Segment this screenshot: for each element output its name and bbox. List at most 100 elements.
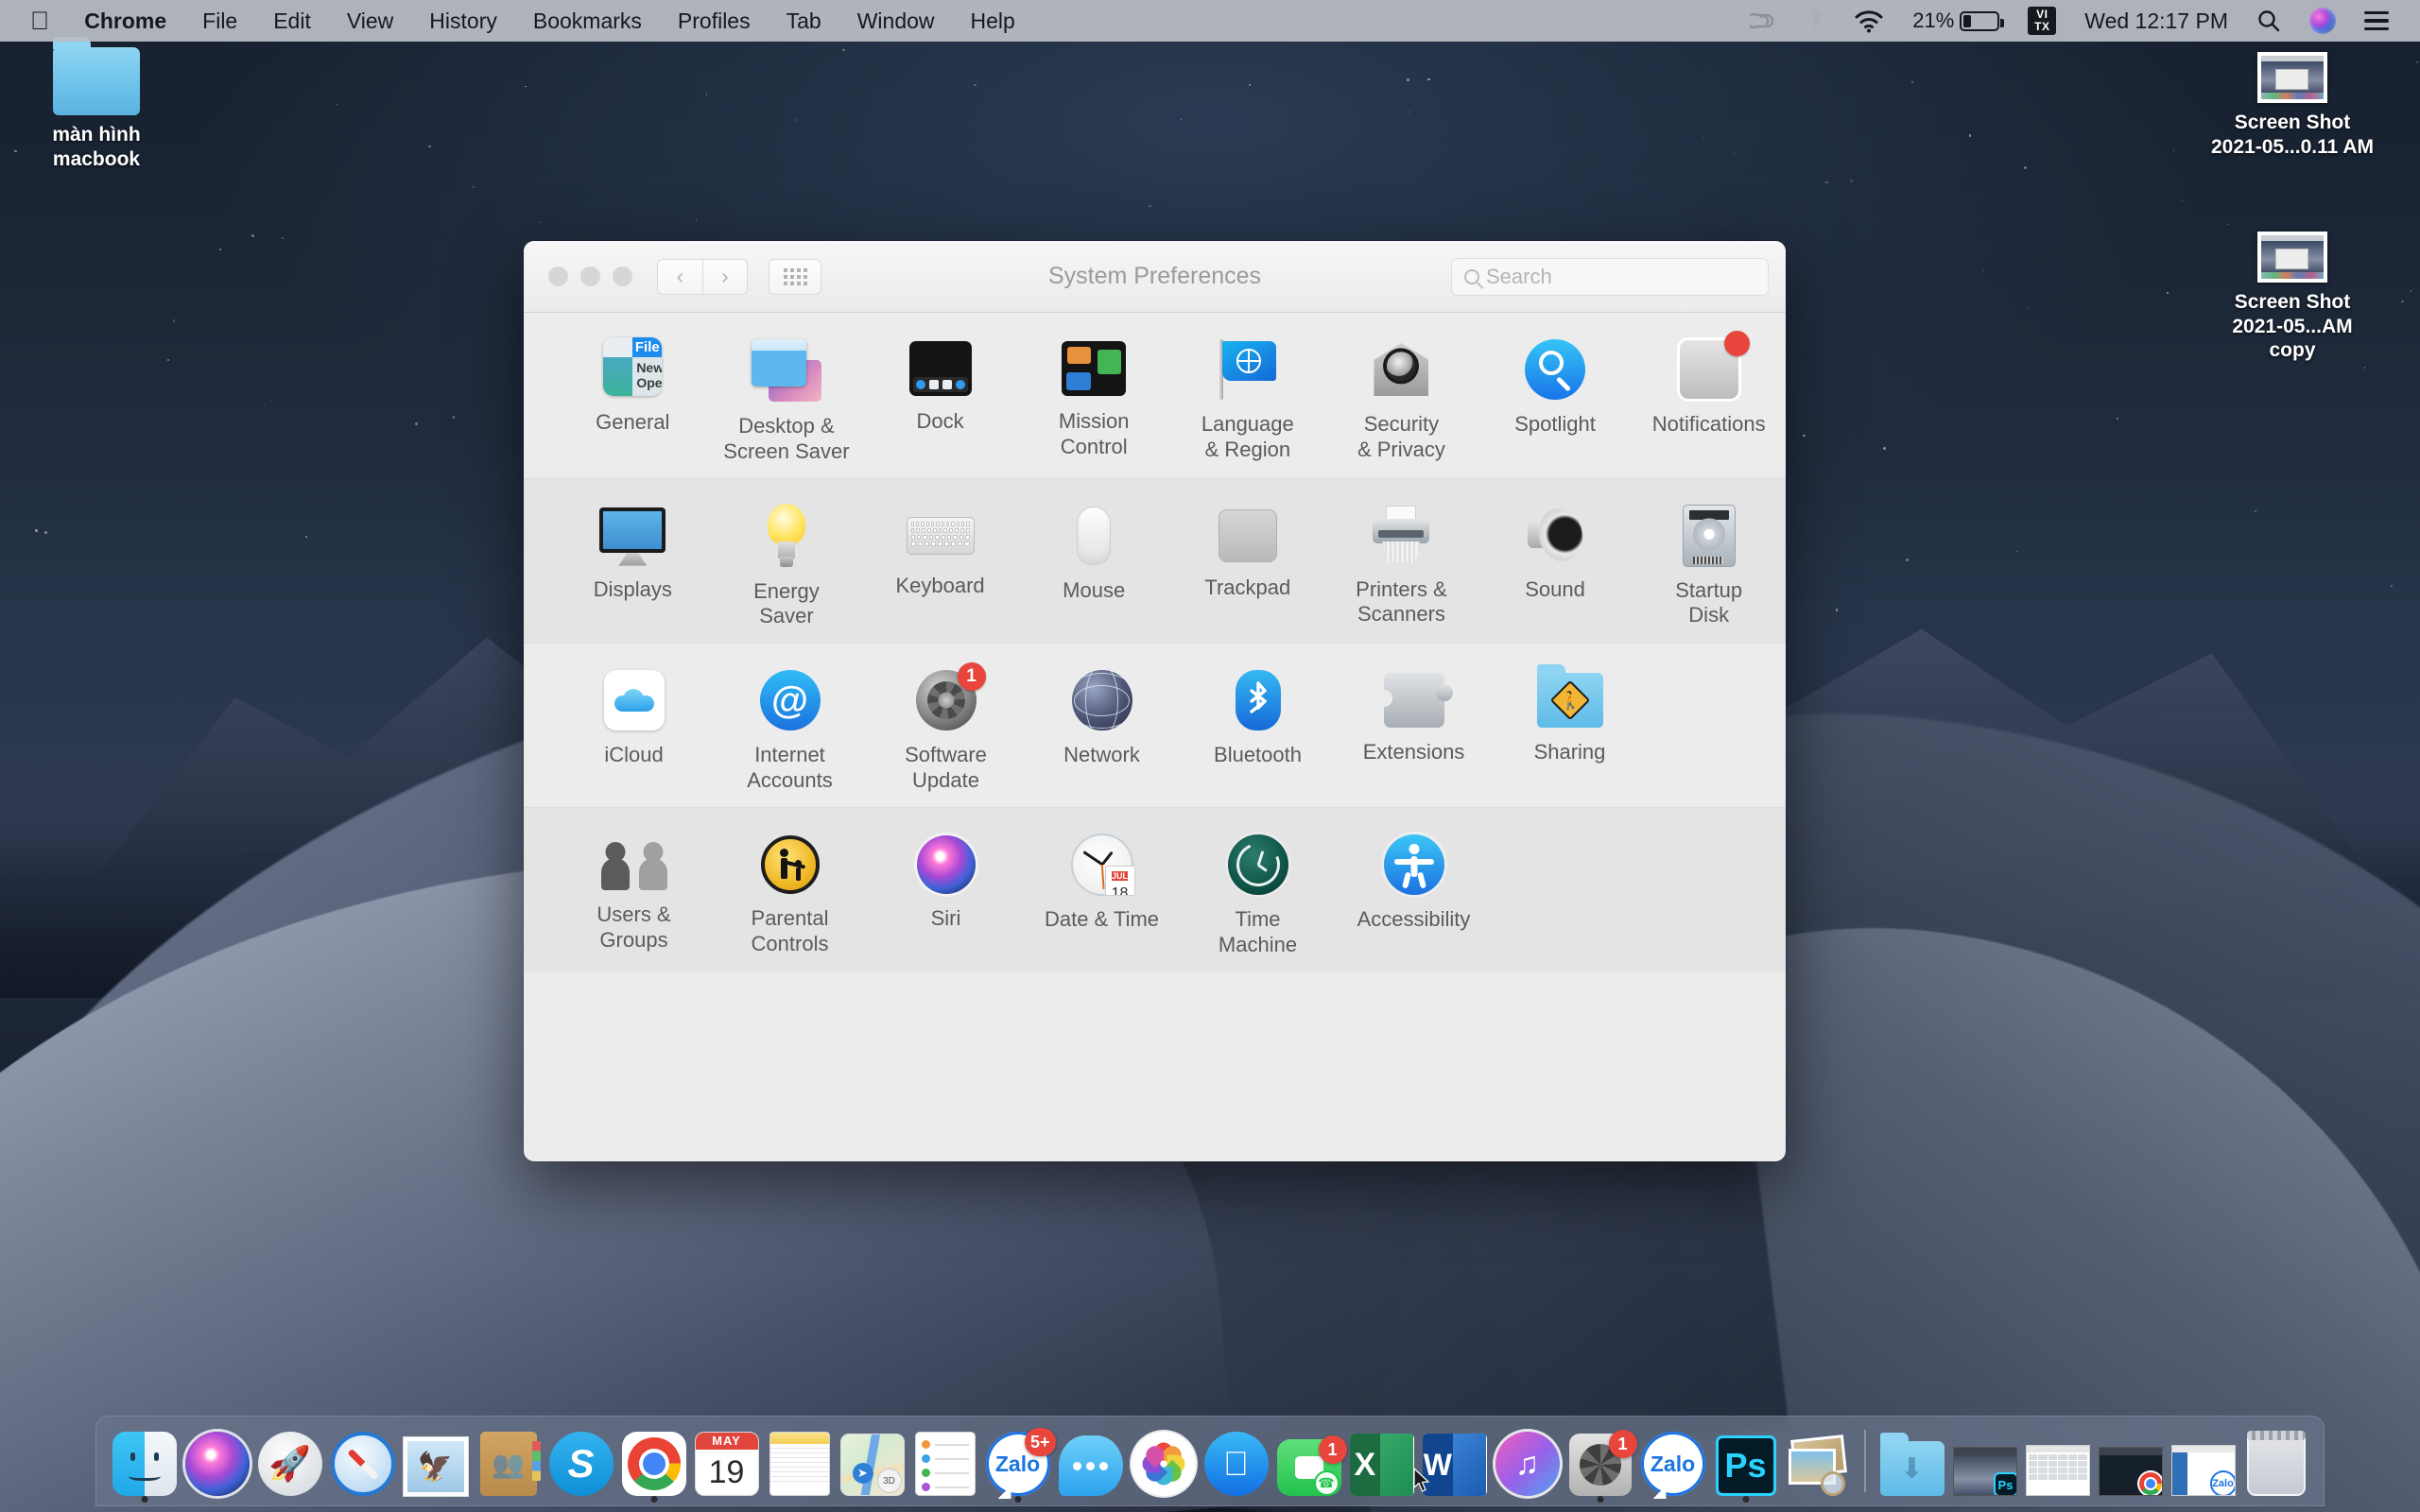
dock-item-notes[interactable]: [763, 1415, 836, 1505]
dock-item-chrome[interactable]: [617, 1415, 690, 1505]
pref-pane-network[interactable]: Network: [1024, 659, 1180, 794]
dock-item-minimized-finder[interactable]: [2021, 1415, 2094, 1505]
minimize-button[interactable]: [580, 266, 600, 286]
siri-menu-icon[interactable]: [2295, 0, 2350, 42]
menu-item-file[interactable]: File: [184, 0, 255, 42]
pref-pane-spotlight[interactable]: Spotlight: [1478, 328, 1633, 465]
window-titlebar[interactable]: ‹ › System Preferences Search: [524, 241, 1786, 313]
dock-item-launchpad[interactable]: 🚀: [253, 1415, 326, 1505]
dock-item-maps[interactable]: ➤ 3D: [836, 1415, 908, 1505]
pref-pane-dock[interactable]: Dock: [863, 328, 1017, 465]
navigation-buttons[interactable]: ‹ ›: [657, 259, 748, 295]
dock-item-facetime[interactable]: ☎ 1: [1272, 1415, 1345, 1505]
bluetooth-icon: [1236, 670, 1281, 730]
dock-item-downloads[interactable]: ⬇: [1876, 1415, 1948, 1505]
dock-item-mail[interactable]: 🦅: [399, 1415, 472, 1505]
dock-item-calendar[interactable]: MAY 19: [690, 1415, 763, 1505]
dock-item-minimized-photoshop[interactable]: Ps: [1948, 1415, 2021, 1505]
apple-menu-icon[interactable]: : [21, 0, 66, 42]
dock-item-zalo[interactable]: Zalo 5+: [981, 1415, 1054, 1505]
pref-pane-displays[interactable]: Displays: [556, 494, 710, 630]
pref-pane-bluetooth[interactable]: Bluetooth: [1180, 659, 1336, 794]
menu-item-view[interactable]: View: [329, 0, 411, 42]
dock[interactable]: 🚀 🦅 👥 S MAY 19 ➤ 3D: [95, 1416, 2325, 1506]
pref-pane-sharing[interactable]: 🚶 Sharing: [1492, 659, 1648, 794]
pref-pane-label: Printers &Scanners: [1324, 577, 1478, 628]
input-method-line1: VI: [2036, 8, 2048, 21]
window-controls[interactable]: [541, 266, 632, 286]
menu-item-edit[interactable]: Edit: [255, 0, 329, 42]
spotlight-search-icon[interactable]: [2242, 0, 2295, 42]
creative-cloud-icon[interactable]: [1736, 0, 1792, 42]
system-preferences-window[interactable]: ‹ › System Preferences Search File NewOp…: [524, 241, 1786, 1161]
pref-pane-printers-scanners[interactable]: Printers &Scanners: [1324, 494, 1478, 630]
pref-pane-sound[interactable]: Sound: [1478, 494, 1633, 630]
software-update-icon: 1: [916, 670, 977, 730]
pref-pane-desktop-screensaver[interactable]: Desktop &Screen Saver: [710, 328, 864, 465]
input-method-indicator[interactable]: VI TX: [2014, 0, 2070, 42]
dock-item-finder[interactable]: [108, 1415, 181, 1505]
pref-pane-general[interactable]: File NewOpen General: [556, 328, 710, 465]
menu-item-help[interactable]: Help: [953, 0, 1033, 42]
menu-item-app[interactable]: Chrome: [66, 0, 184, 42]
dock-item-photos[interactable]: [1127, 1415, 1200, 1505]
dock-item-app-store[interactable]: : [1200, 1415, 1272, 1505]
dock-item-minimized-chrome[interactable]: [2094, 1415, 2167, 1505]
pref-pane-siri[interactable]: Siri: [868, 823, 1024, 958]
pref-pane-time-machine[interactable]: TimeMachine: [1180, 823, 1336, 958]
pref-pane-label: Security& Privacy: [1324, 412, 1478, 463]
pref-pane-date-time[interactable]: JUL 18 Date & Time: [1024, 823, 1180, 958]
photoshop-letters: Ps: [1724, 1446, 1766, 1486]
dock-item-messages[interactable]: [1054, 1415, 1127, 1505]
control-center-icon[interactable]: [2350, 0, 2403, 42]
dock-item-photoshop[interactable]: Ps: [1709, 1415, 1782, 1505]
dock-item-itunes[interactable]: ♫: [1491, 1415, 1564, 1505]
show-all-button[interactable]: [769, 259, 821, 295]
pref-pane-language-region[interactable]: Language& Region: [1171, 328, 1325, 465]
dock-item-excel[interactable]: X: [1345, 1415, 1418, 1505]
pref-pane-security-privacy[interactable]: Security& Privacy: [1324, 328, 1478, 465]
pref-pane-energy-saver[interactable]: EnergySaver: [710, 494, 864, 630]
dock-item-system-preferences[interactable]: 1: [1564, 1415, 1636, 1505]
dock-item-contacts[interactable]: 👥: [472, 1415, 544, 1505]
pref-pane-extensions[interactable]: Extensions: [1336, 659, 1492, 794]
dock-item-reminders[interactable]: [908, 1415, 981, 1505]
zoom-button[interactable]: [613, 266, 632, 286]
pref-pane-users-groups[interactable]: Users &Groups: [556, 823, 712, 958]
pref-pane-mouse[interactable]: Mouse: [1017, 494, 1171, 630]
desktop-folder-macbook[interactable]: màn hình macbook: [11, 47, 182, 171]
battery-status[interactable]: 21%: [1898, 0, 2014, 42]
dock-item-zalo-2[interactable]: Zalo: [1636, 1415, 1709, 1505]
pref-pane-icloud[interactable]: iCloud: [556, 659, 712, 794]
back-button[interactable]: ‹: [657, 259, 702, 295]
pref-pane-accessibility[interactable]: Accessibility: [1336, 823, 1492, 958]
dock-item-minimized-zalo[interactable]: Zalo: [2167, 1415, 2239, 1505]
dock-item-trash[interactable]: [2239, 1415, 2312, 1505]
close-button[interactable]: [548, 266, 568, 286]
menu-bar-clock[interactable]: Wed 12:17 PM: [2070, 0, 2242, 42]
menu-item-history[interactable]: History: [411, 0, 515, 42]
dock-item-preview[interactable]: [1782, 1415, 1855, 1505]
desktop-screenshot-2[interactable]: Screen Shot 2021-05...AM copy: [2207, 232, 2377, 363]
menu-item-window[interactable]: Window: [839, 0, 953, 42]
search-field[interactable]: Search: [1451, 258, 1769, 296]
menu-item-tab[interactable]: Tab: [769, 0, 839, 42]
pref-pane-internet-accounts[interactable]: @ InternetAccounts: [712, 659, 868, 794]
forward-button[interactable]: ›: [702, 259, 748, 295]
dock-item-safari[interactable]: [326, 1415, 399, 1505]
wifi-icon[interactable]: [1840, 0, 1898, 42]
pref-pane-keyboard[interactable]: Keyboard: [863, 494, 1017, 630]
menu-item-profiles[interactable]: Profiles: [660, 0, 769, 42]
pref-pane-mission-control[interactable]: MissionControl: [1017, 328, 1171, 465]
desktop-screenshot-1[interactable]: Screen Shot 2021-05...0.11 AM: [2207, 52, 2377, 159]
pref-pane-startup-disk[interactable]: StartupDisk: [1632, 494, 1786, 630]
menu-item-bookmarks[interactable]: Bookmarks: [515, 0, 660, 42]
trash-icon: [2247, 1434, 2306, 1496]
pref-pane-software-update[interactable]: 1 SoftwareUpdate: [868, 659, 1024, 794]
pref-pane-parental-controls[interactable]: ParentalControls: [712, 823, 868, 958]
dock-item-siri[interactable]: [181, 1415, 253, 1505]
bluetooth-icon[interactable]: [1792, 0, 1840, 42]
pref-pane-notifications[interactable]: Notifications: [1632, 328, 1786, 465]
dock-item-skype[interactable]: S: [544, 1415, 617, 1505]
pref-pane-trackpad[interactable]: Trackpad: [1171, 494, 1325, 630]
